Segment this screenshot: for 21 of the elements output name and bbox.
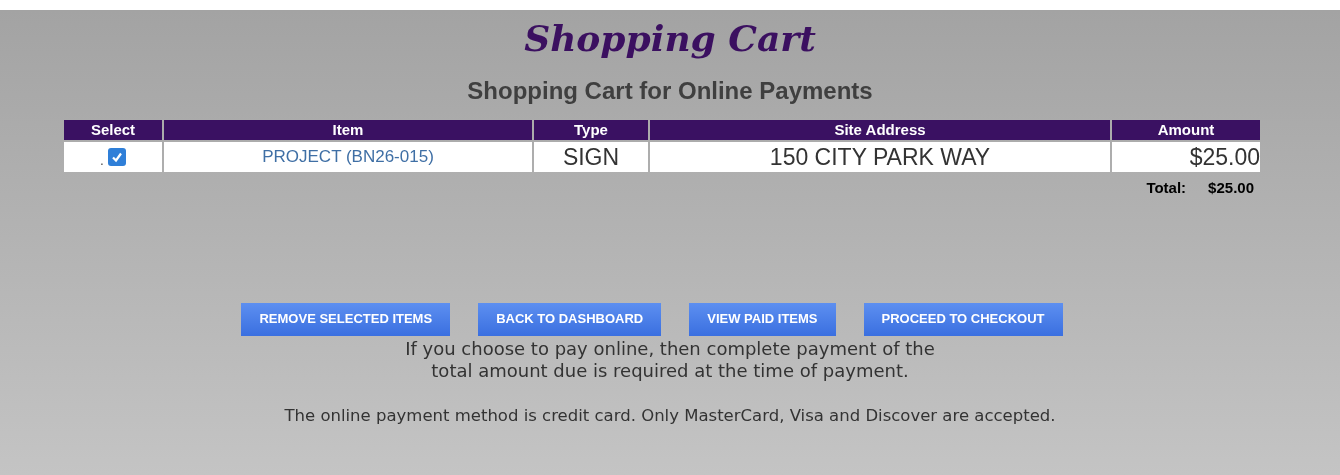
page-subtitle: Shopping Cart for Online Payments xyxy=(467,76,873,106)
column-header: Item xyxy=(164,120,532,140)
action-button[interactable]: PROCEED TO CHECKOUT xyxy=(863,302,1063,336)
select-checkbox[interactable] xyxy=(107,148,126,166)
action-button[interactable]: BACK TO DASHBOARD xyxy=(478,302,662,336)
column-header: Type xyxy=(534,120,648,140)
page-title: Shopping Cart xyxy=(524,16,816,60)
total-label: Total: xyxy=(1146,178,1187,198)
table-cell: 150 CITY PARK WAY xyxy=(650,142,1110,172)
payment-method-note: The online payment method is credit card. Only MasterCard, Visa and Discover are accepted. xyxy=(284,404,1056,427)
column-header: Select xyxy=(64,120,162,140)
total-value: $25.00 xyxy=(1208,178,1254,198)
column-header: Amount xyxy=(1112,120,1260,140)
check-icon xyxy=(110,151,123,163)
action-button[interactable]: VIEW PAID ITEMS xyxy=(689,302,836,336)
table-cell: $25.00 xyxy=(1112,142,1260,172)
row-marker: . xyxy=(100,153,104,170)
action-button[interactable]: REMOVE SELECTED ITEMS xyxy=(241,302,451,336)
table-cell: SIGN xyxy=(534,142,648,172)
payment-notice: If you choose to pay online, then complete payment of the total amount due is required at the time of payment. xyxy=(405,337,935,382)
column-header: Site Address xyxy=(650,120,1110,140)
